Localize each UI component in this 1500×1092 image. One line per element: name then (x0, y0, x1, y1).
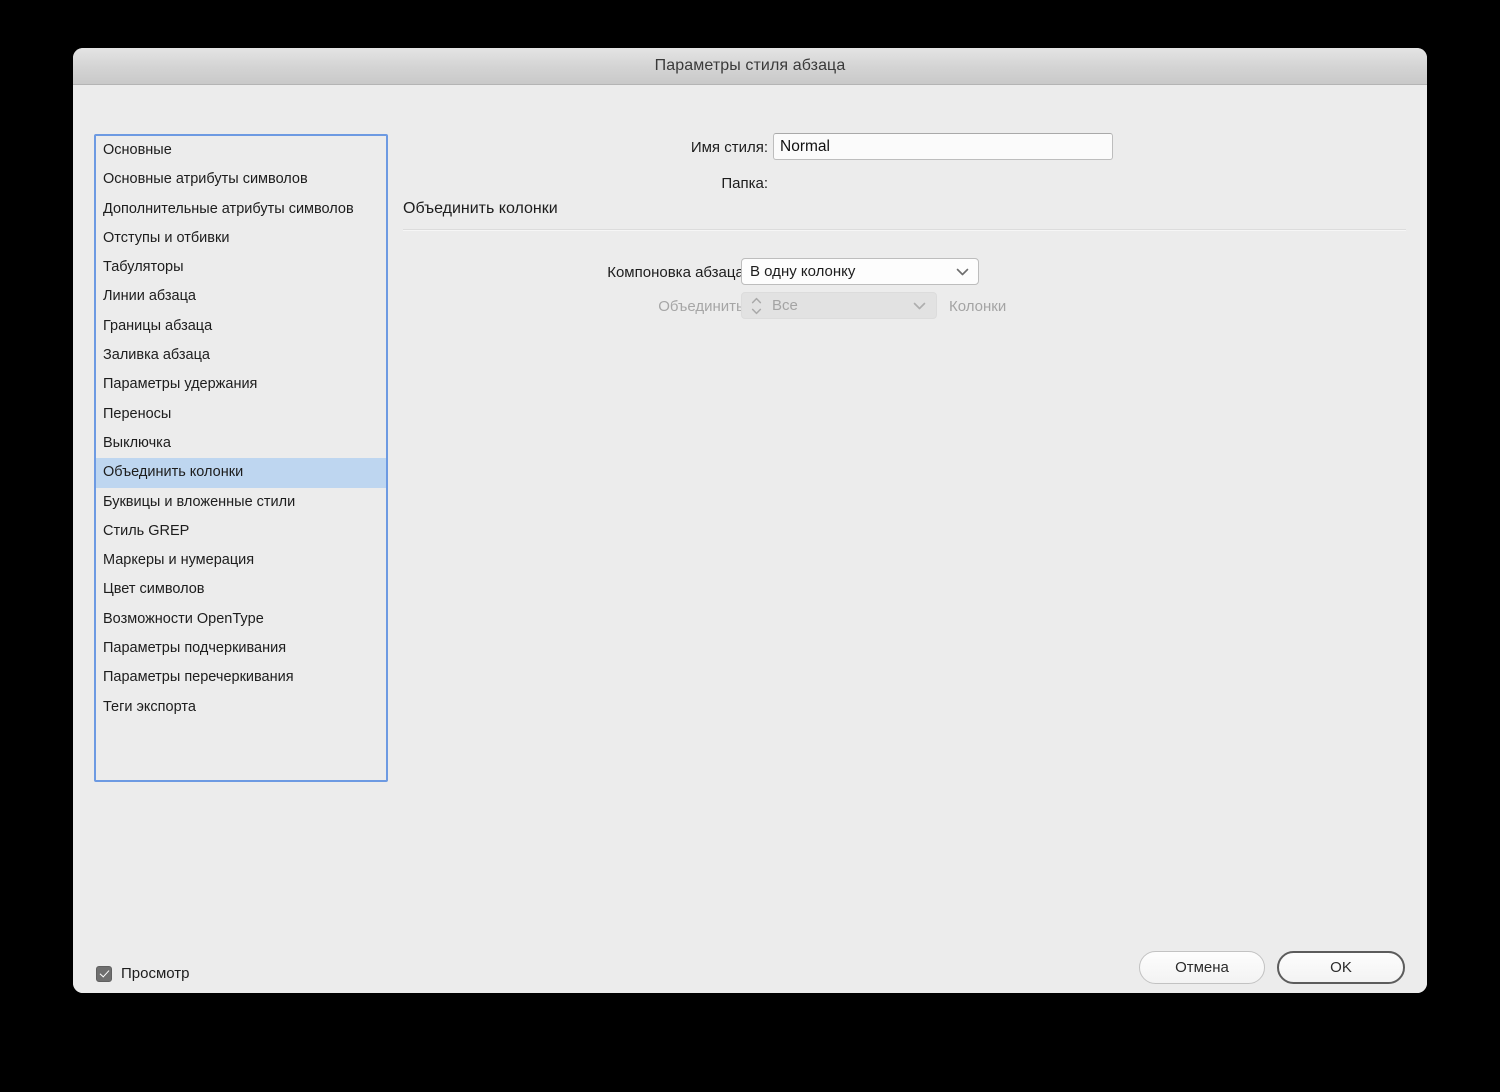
span-columns-stepper-select[interactable]: Все (741, 292, 937, 319)
span-columns-label: Объединить: (658, 298, 748, 315)
sidebar-item[interactable]: Параметры удержания (96, 370, 386, 399)
category-list[interactable]: Основные Основные атрибуты символов Дополн… (94, 134, 388, 782)
cancel-button-label: Отмена (1175, 959, 1229, 976)
sidebar-item-label: Параметры подчеркивания (103, 640, 287, 657)
sidebar-item[interactable]: Основные (96, 136, 386, 165)
sidebar-item-label: Параметры удержания (103, 376, 258, 393)
preview-checkbox[interactable] (96, 965, 112, 982)
sidebar-item[interactable]: Переносы (96, 400, 386, 429)
folder-label: Папка: (721, 175, 768, 192)
sidebar-item-label: Буквицы и вложенные стили (103, 493, 296, 510)
cancel-button[interactable]: Отмена (1139, 951, 1265, 984)
stepper-up-down-icon[interactable] (751, 297, 762, 315)
sidebar-item-label: Отступы и отбивки (103, 229, 230, 246)
window-title: Параметры стиля абзаца (654, 57, 846, 74)
sidebar-item-label: Параметры перечеркивания (103, 669, 294, 686)
sidebar-item-label: Возможности OpenType (103, 610, 264, 627)
sidebar-item[interactable]: Основные атрибуты символов (96, 165, 386, 194)
sidebar-item-label: Заливка абзаца (103, 347, 210, 364)
preview-row[interactable]: Просмотр (96, 965, 190, 982)
sidebar-item[interactable]: Выключка (96, 429, 386, 458)
paragraph-layout-select[interactable]: В одну колонку (741, 258, 979, 285)
sidebar-item[interactable]: Стиль GREP (96, 517, 386, 546)
sidebar-item[interactable]: Возможности OpenType (96, 605, 386, 634)
title-bar: Параметры стиля абзаца (73, 48, 1427, 85)
sidebar-item-label: Выключка (103, 434, 171, 451)
sidebar-item[interactable]: Буквицы и вложенные стили (96, 488, 386, 517)
sidebar-item[interactable]: Теги экспорта (96, 693, 386, 722)
sidebar-item-label: Линии абзаца (103, 288, 196, 305)
sidebar-item-label: Объединить колонки (103, 464, 244, 481)
sidebar-item-label: Цвет символов (103, 581, 205, 598)
sidebar-item-label: Теги экспорта (103, 698, 196, 715)
paragraph-layout-value: В одну колонку (750, 263, 856, 280)
sidebar-item[interactable]: Границы абзаца (96, 312, 386, 341)
paragraph-layout-label: Компоновка абзаца: (607, 264, 748, 281)
sidebar-item-label: Границы абзаца (103, 317, 213, 334)
sidebar-item[interactable]: Параметры подчеркивания (96, 634, 386, 663)
ok-button-label: OK (1330, 959, 1352, 976)
sidebar-item-label: Табуляторы (103, 259, 184, 276)
span-columns-value: Все (772, 297, 798, 314)
sidebar-item-label: Маркеры и нумерация (103, 552, 255, 569)
sidebar-item[interactable]: Цвет символов (96, 575, 386, 604)
chevron-down-icon-disabled (913, 301, 926, 310)
dialog-body: Основные Основные атрибуты символов Дополн… (73, 85, 1427, 993)
sidebar-item[interactable]: Табуляторы (96, 253, 386, 282)
ok-button[interactable]: OK (1277, 951, 1405, 984)
sidebar-item[interactable]: Параметры перечеркивания (96, 663, 386, 692)
style-name-label: Имя стиля: (690, 139, 768, 156)
sidebar-item-label: Основные (103, 142, 172, 158)
sidebar-item-label: Основные атрибуты символов (103, 171, 308, 188)
sidebar-item[interactable]: Дополнительные атрибуты символов (96, 195, 386, 224)
preview-label: Просмотр (121, 965, 190, 982)
style-name-input[interactable] (773, 133, 1113, 160)
columns-suffix-label: Колонки (949, 298, 1007, 315)
sidebar-item-label: Дополнительные атрибуты символов (103, 200, 354, 217)
sidebar-item[interactable]: Линии абзаца (96, 282, 386, 311)
sidebar-item-label: Стиль GREP (103, 522, 190, 539)
paragraph-style-options-dialog: Параметры стиля абзаца Основные Основные … (73, 48, 1427, 993)
sidebar-item[interactable]: Заливка абзаца (96, 341, 386, 370)
sidebar-item[interactable]: Отступы и отбивки (96, 224, 386, 253)
sidebar-item[interactable]: Маркеры и нумерация (96, 546, 386, 575)
section-heading: Объединить колонки (403, 200, 558, 217)
sidebar-item[interactable]: Объединить колонки (96, 458, 386, 488)
section-divider (403, 229, 1406, 231)
sidebar-item-label: Переносы (103, 405, 172, 422)
chevron-down-icon (956, 267, 969, 276)
